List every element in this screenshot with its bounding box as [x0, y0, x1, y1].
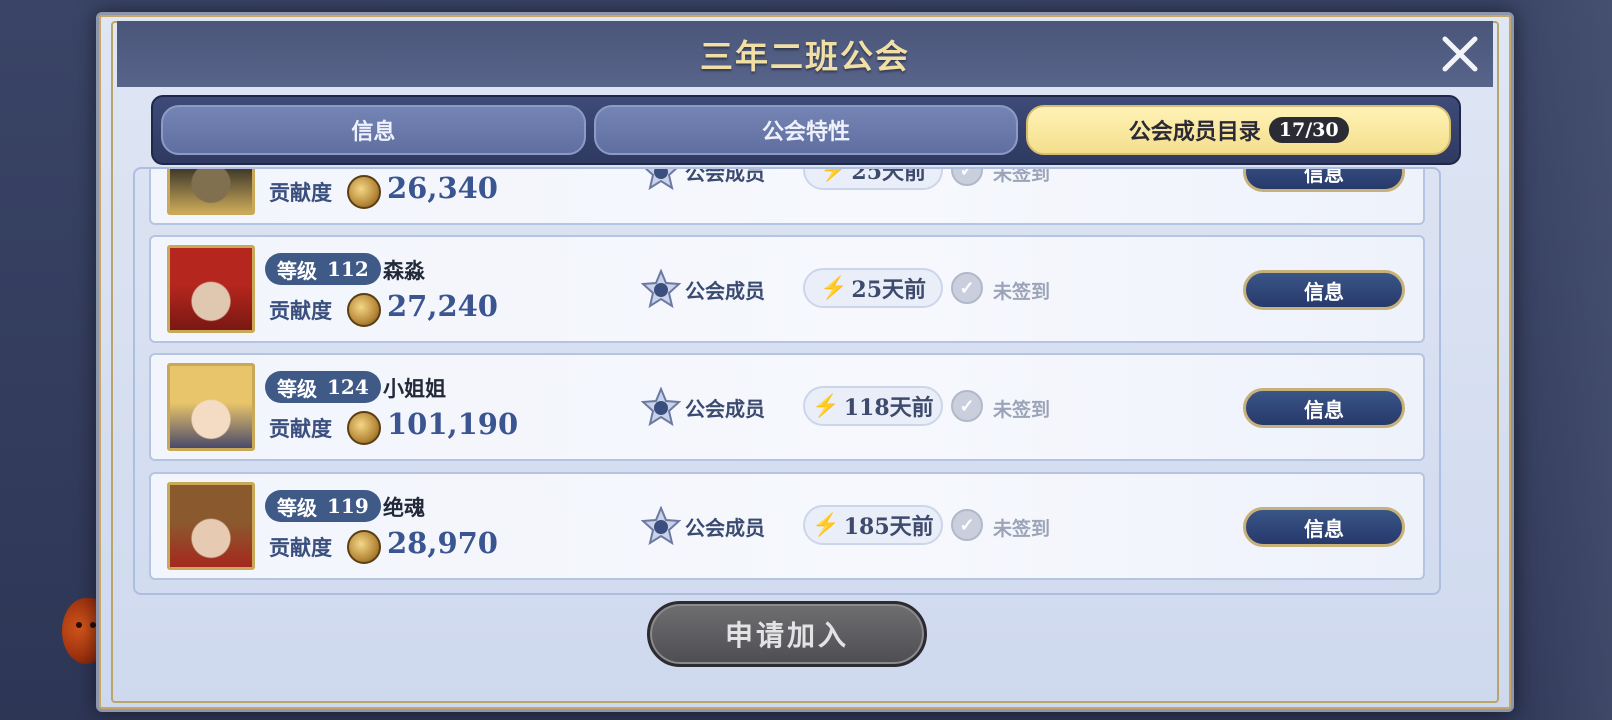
- contribution-coin-icon: [347, 293, 381, 327]
- contribution-value: 101,190: [387, 407, 519, 441]
- member-role: 公会成员: [685, 167, 765, 185]
- member-avatar[interactable]: [167, 363, 255, 451]
- contribution-value: 27,240: [387, 289, 498, 323]
- last-online-pill: ⚡ 185天前: [803, 505, 943, 545]
- guild-member-star-icon: [641, 387, 681, 427]
- level-label: 等级: [277, 376, 317, 401]
- member-name: 森淼: [383, 258, 425, 283]
- level-badge: 等级 124: [265, 371, 381, 403]
- member-count-badge: 17/30: [1268, 117, 1349, 143]
- contribution-coin-icon: [347, 175, 381, 209]
- checkmark-icon: ✓: [951, 272, 983, 304]
- contribution-value: 28,970: [387, 526, 498, 560]
- contribution-label: 贡献度: [269, 535, 332, 560]
- checkmark-icon: ✓: [951, 390, 983, 422]
- contribution-label: 贡献度: [269, 180, 332, 205]
- signin-status: 未签到: [993, 518, 1051, 540]
- last-online-value: 25天前: [851, 167, 927, 185]
- member-name: 绝魂: [383, 495, 425, 520]
- member-info-button[interactable]: 信息: [1243, 270, 1405, 310]
- level-value: 112: [327, 257, 369, 281]
- member-info-button[interactable]: 信息: [1243, 169, 1405, 192]
- member-row[interactable]: 等级 124 小姐姐 贡献度 101,190 公会成员 ⚡ 118天前 ✓ 未签…: [149, 353, 1425, 461]
- last-online-pill: ⚡ 118天前: [803, 386, 943, 426]
- contribution-label: 贡献度: [269, 416, 332, 441]
- contribution-label: 贡献度: [269, 298, 332, 323]
- member-row[interactable]: 等级 贡献度 26,340 公会成员 ⚡ 25天前 ✓ 未签到 信息: [149, 167, 1425, 225]
- close-button[interactable]: [1437, 31, 1483, 77]
- member-avatar[interactable]: [167, 482, 255, 570]
- member-row[interactable]: 等级 112 森淼 贡献度 27,240 公会成员 ⚡ 25天前 ✓ 未签到 信…: [149, 235, 1425, 343]
- member-avatar[interactable]: [167, 245, 255, 333]
- last-online-value: 118天前: [843, 395, 934, 421]
- last-online-value: 25天前: [851, 277, 927, 303]
- member-role: 公会成员: [685, 279, 765, 303]
- level-value: 124: [327, 375, 369, 399]
- signin-status: 未签到: [993, 281, 1051, 303]
- last-online-value: 185天前: [843, 514, 934, 540]
- level-label: 等级: [277, 495, 317, 520]
- contribution-coin-icon: [347, 411, 381, 445]
- tab-bar: 信息 公会特性 公会成员目录 17/30: [151, 95, 1461, 165]
- checkmark-icon: ✓: [951, 169, 983, 186]
- guild-name-title: 三年二班公会: [700, 37, 910, 76]
- contribution-coin-icon: [347, 530, 381, 564]
- guild-member-star-icon: [641, 506, 681, 546]
- dialog-titlebar: 三年二班公会: [117, 21, 1493, 87]
- guild-dialog: 三年二班公会 信息 公会特性 公会成员目录 17/30 等级 贡献度 26,34…: [96, 12, 1514, 712]
- contribution-value: 26,340: [387, 171, 498, 205]
- tab-guild-traits-label: 公会特性: [762, 119, 851, 145]
- signin-status: 未签到: [993, 167, 1051, 185]
- member-info-button[interactable]: 信息: [1243, 507, 1405, 547]
- member-list[interactable]: 等级 贡献度 26,340 公会成员 ⚡ 25天前 ✓ 未签到 信息 等级 11…: [133, 167, 1441, 595]
- level-label: 等级: [277, 258, 317, 283]
- signin-status: 未签到: [993, 399, 1051, 421]
- tab-member-list-label: 公会成员目录: [1128, 119, 1261, 145]
- lightning-icon: ⚡: [819, 275, 848, 301]
- apply-join-button[interactable]: 申请加入: [647, 601, 927, 667]
- tab-info[interactable]: 信息: [161, 105, 586, 155]
- member-role: 公会成员: [685, 516, 765, 540]
- checkmark-icon: ✓: [951, 509, 983, 541]
- lightning-icon: ⚡: [812, 393, 840, 419]
- last-online-pill: ⚡ 25天前: [803, 268, 943, 308]
- tab-guild-traits[interactable]: 公会特性: [593, 105, 1019, 155]
- tab-member-list[interactable]: 公会成员目录 17/30: [1026, 105, 1452, 155]
- close-icon: [1442, 36, 1478, 72]
- tab-info-label: 信息: [351, 119, 396, 145]
- level-badge: 等级 112: [265, 253, 381, 285]
- member-name: 小姐姐: [383, 376, 446, 401]
- guild-member-star-icon: [641, 269, 681, 309]
- level-value: 119: [327, 494, 369, 518]
- member-info-button[interactable]: 信息: [1243, 388, 1405, 428]
- mascot-eye-left: [76, 622, 82, 628]
- lightning-icon: ⚡: [819, 167, 848, 183]
- guild-member-star-icon: [644, 169, 678, 191]
- last-online-pill: ⚡ 25天前: [803, 167, 943, 190]
- level-badge: 等级 119: [265, 490, 381, 522]
- member-role: 公会成员: [685, 397, 765, 421]
- member-row[interactable]: 等级 119 绝魂 贡献度 28,970 公会成员 ⚡ 185天前 ✓ 未签到 …: [149, 472, 1425, 580]
- lightning-icon: ⚡: [812, 512, 840, 538]
- member-avatar[interactable]: [167, 169, 255, 215]
